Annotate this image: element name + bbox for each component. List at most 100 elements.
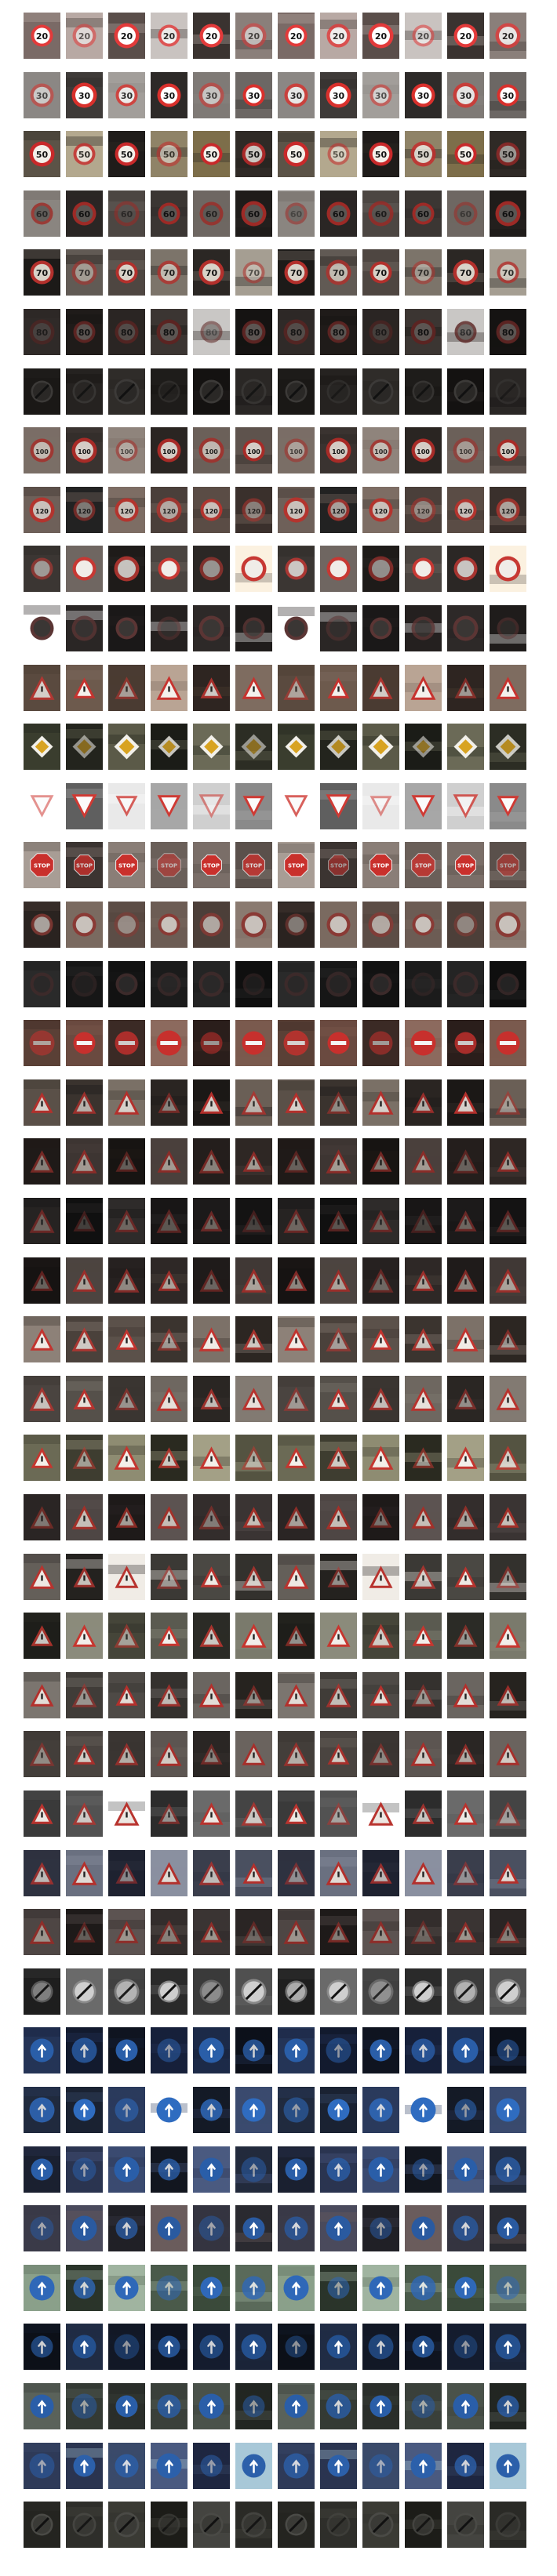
sign-thumbnail bbox=[362, 2324, 399, 2371]
svg-text:70: 70 bbox=[206, 268, 218, 278]
class-row-speed-limit-80: 80 80 80 80 80 80 80 80 80 80 80 80 bbox=[0, 309, 557, 355]
sign-thumbnail bbox=[108, 1553, 145, 1600]
sign-thumbnail bbox=[108, 664, 145, 711]
sign-thumbnail bbox=[235, 664, 272, 711]
svg-text:100: 100 bbox=[78, 448, 91, 455]
sign-thumbnail bbox=[193, 2502, 230, 2549]
sign-thumbnail: 50 bbox=[320, 131, 357, 178]
svg-text:20: 20 bbox=[121, 31, 133, 42]
sign-thumbnail bbox=[66, 1849, 103, 1896]
sign-thumbnail: 70 bbox=[447, 249, 484, 296]
svg-text:STOP: STOP bbox=[415, 863, 431, 869]
sign-thumbnail bbox=[24, 902, 60, 948]
sign-thumbnail bbox=[66, 1316, 103, 1363]
sign-thumbnail bbox=[405, 1316, 442, 1363]
sign-thumbnail: 100 bbox=[405, 427, 442, 474]
svg-text:30: 30 bbox=[248, 91, 260, 101]
svg-text:20: 20 bbox=[460, 31, 472, 42]
sign-thumbnail: 80 bbox=[278, 309, 315, 355]
sign-thumbnail bbox=[193, 960, 230, 1007]
sign-thumbnail bbox=[490, 1909, 526, 1956]
sign-thumbnail bbox=[24, 368, 60, 415]
sign-thumbnail bbox=[490, 2383, 526, 2429]
sign-thumbnail bbox=[447, 2442, 484, 2489]
sign-thumbnail bbox=[235, 2027, 272, 2074]
sign-thumbnail bbox=[405, 960, 442, 1007]
sign-thumbnail bbox=[278, 2146, 315, 2193]
svg-text:30: 30 bbox=[121, 91, 133, 101]
sign-thumbnail bbox=[108, 2502, 145, 2549]
svg-text:80: 80 bbox=[121, 328, 133, 338]
sign-thumbnail bbox=[151, 1257, 187, 1304]
sign-thumbnail: 120 bbox=[320, 486, 357, 533]
sign-thumbnail bbox=[320, 1909, 357, 1956]
class-row-speed-limit-50: 50 50 50 50 50 50 50 50 50 50 50 50 bbox=[0, 131, 557, 178]
sign-thumbnail bbox=[108, 2146, 145, 2193]
svg-text:100: 100 bbox=[247, 448, 260, 455]
sign-thumbnail: 30 bbox=[320, 71, 357, 118]
sign-thumbnail bbox=[151, 1138, 187, 1185]
sign-thumbnail bbox=[490, 1020, 526, 1067]
sign-thumbnail bbox=[278, 1968, 315, 2015]
sign-thumbnail: 20 bbox=[151, 13, 187, 59]
svg-text:30: 30 bbox=[163, 91, 176, 101]
sign-thumbnail bbox=[362, 1968, 399, 2015]
sign-thumbnail bbox=[235, 2324, 272, 2371]
svg-text:100: 100 bbox=[162, 448, 176, 455]
sign-thumbnail bbox=[362, 1553, 399, 1600]
sign-thumbnail bbox=[405, 2087, 442, 2133]
sign-thumbnail bbox=[405, 1968, 442, 2015]
sign-thumbnail bbox=[193, 1138, 230, 1185]
class-row-turn-left-ahead bbox=[0, 2087, 557, 2133]
sign-thumbnail bbox=[362, 1316, 399, 1363]
sign-thumbnail bbox=[235, 1791, 272, 1837]
sign-thumbnail bbox=[447, 2027, 484, 2074]
svg-text:50: 50 bbox=[206, 150, 218, 160]
class-row-end-no-overtaking bbox=[0, 2502, 557, 2549]
sign-thumbnail bbox=[320, 724, 357, 771]
sign-thumbnail bbox=[320, 782, 357, 829]
class-row-speed-limit-100: 100 100 100 100 100 100 100 100 100 100 100 100 bbox=[0, 427, 557, 474]
sign-thumbnail: 20 bbox=[447, 13, 484, 59]
sign-thumbnail bbox=[66, 2264, 103, 2311]
sign-thumbnail bbox=[278, 2442, 315, 2489]
sign-thumbnail: 100 bbox=[24, 427, 60, 474]
sign-thumbnail bbox=[405, 546, 442, 593]
sign-thumbnail bbox=[278, 368, 315, 415]
sign-thumbnail bbox=[405, 902, 442, 948]
sign-thumbnail bbox=[193, 1671, 230, 1718]
sign-thumbnail bbox=[447, 368, 484, 415]
sign-thumbnail bbox=[24, 2027, 60, 2074]
sign-thumbnail bbox=[490, 2087, 526, 2133]
class-row-keep-left bbox=[0, 2383, 557, 2429]
svg-text:60: 60 bbox=[417, 209, 430, 220]
svg-text:120: 120 bbox=[205, 508, 218, 515]
sign-thumbnail bbox=[320, 1494, 357, 1540]
sign-thumbnail bbox=[320, 1553, 357, 1600]
sign-thumbnail bbox=[66, 2502, 103, 2549]
sign-thumbnail bbox=[362, 1138, 399, 1185]
class-row-curve-left bbox=[0, 1138, 557, 1185]
sign-thumbnail: 120 bbox=[151, 486, 187, 533]
sign-thumbnail bbox=[108, 1375, 145, 1422]
sign-thumbnail bbox=[490, 1198, 526, 1244]
svg-text:70: 70 bbox=[163, 268, 176, 278]
sign-thumbnail bbox=[193, 2324, 230, 2371]
sign-thumbnail: 30 bbox=[151, 71, 187, 118]
svg-text:80: 80 bbox=[78, 328, 91, 338]
sign-thumbnail: 60 bbox=[490, 190, 526, 237]
sign-thumbnail bbox=[193, 1849, 230, 1896]
sign-thumbnail bbox=[151, 546, 187, 593]
sign-thumbnail bbox=[66, 960, 103, 1007]
sign-thumbnail bbox=[108, 1435, 145, 1482]
sign-thumbnail bbox=[490, 724, 526, 771]
sign-thumbnail: 60 bbox=[193, 190, 230, 237]
sign-thumbnail bbox=[362, 902, 399, 948]
sign-thumbnail bbox=[362, 2146, 399, 2193]
sign-thumbnail bbox=[193, 1257, 230, 1304]
sign-thumbnail: 20 bbox=[278, 13, 315, 59]
sign-thumbnail: STOP bbox=[320, 842, 357, 889]
sign-thumbnail bbox=[193, 1613, 230, 1660]
svg-text:30: 30 bbox=[206, 91, 218, 101]
sign-thumbnail: 50 bbox=[362, 131, 399, 178]
